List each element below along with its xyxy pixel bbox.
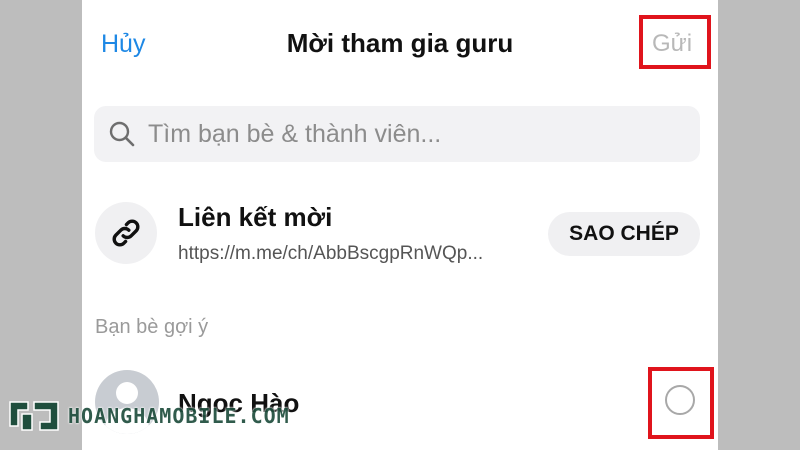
friend-name[interactable]: Ngoc Hào [178,388,299,419]
link-icon [112,219,140,247]
search-bar[interactable] [94,106,700,162]
suggested-friends-heading: Bạn bè gợi ý [95,316,209,338]
avatar-body-shape [105,408,149,434]
invite-link-icon-circle [95,202,157,264]
send-button[interactable]: Gửi [652,30,692,58]
avatar [95,370,159,434]
copy-link-button[interactable]: SAO CHÉP [548,212,700,256]
invite-link-title: Liên kết mời [178,202,333,232]
search-icon [109,121,135,147]
invite-link-url: https://m.me/ch/AbbBscgpRnWQp... [178,243,484,264]
page-title: Mời tham gia guru [286,28,514,58]
invite-screen: Hủy Mời tham gia guru Gửi Liên kết mời h… [82,0,718,450]
avatar-head-shape [116,382,138,404]
friend-select-radio[interactable] [665,385,695,415]
hoangha-logo-icon [9,401,59,431]
screenshot-stage: Hủy Mời tham gia guru Gửi Liên kết mời h… [0,0,800,450]
nav-header: Hủy Mời tham gia guru Gửi [82,0,718,92]
search-input[interactable] [146,118,670,150]
